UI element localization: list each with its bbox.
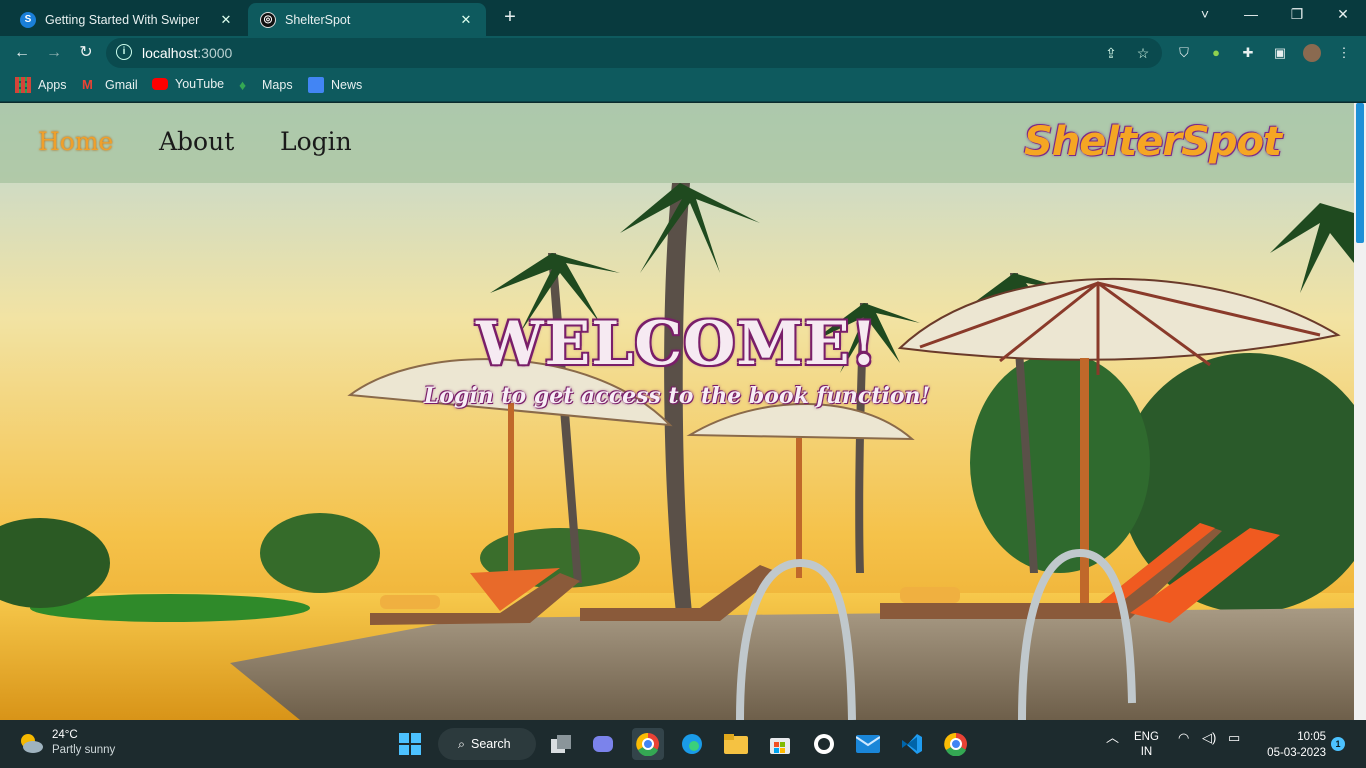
new-tab-button[interactable]: +: [498, 6, 522, 30]
language-region: IN: [1140, 746, 1153, 758]
microsoft-store-icon[interactable]: [764, 728, 796, 760]
wifi-icon[interactable]: ◠: [1178, 730, 1189, 745]
profile-avatar-icon[interactable]: [1303, 44, 1321, 62]
windows-taskbar: 24°C Partly sunny ⌕ Search ︿ ENG IN ◠ ◁) …: [0, 720, 1366, 768]
close-tab-icon[interactable]: ✕: [458, 12, 474, 28]
puzzle-extensions-icon[interactable]: ✚: [1239, 44, 1257, 62]
bookmark-youtube[interactable]: YouTube: [152, 77, 224, 91]
search-label: Search: [471, 737, 511, 751]
bookmark-label: Maps: [262, 78, 293, 92]
bookmark-label: News: [331, 78, 363, 92]
maps-pin-icon: ♦: [239, 77, 247, 93]
weather-widget[interactable]: 24°C Partly sunny: [18, 728, 115, 758]
file-explorer-icon[interactable]: [720, 728, 752, 760]
weather-temp: 24°C: [52, 729, 78, 741]
mail-icon[interactable]: [852, 728, 884, 760]
notification-badge[interactable]: 1: [1331, 737, 1345, 751]
task-view-icon[interactable]: [546, 728, 578, 760]
bookmark-gmail[interactable]: M Gmail: [82, 77, 138, 93]
green-extension-icon[interactable]: ●: [1207, 44, 1225, 62]
close-tab-icon[interactable]: ✕: [218, 12, 234, 28]
search-icon: ⌕: [458, 736, 466, 751]
url-text[interactable]: localhost:3000: [142, 45, 232, 61]
page-viewport: Home About Login ShelterSpot WELCOME! Lo…: [0, 103, 1354, 720]
kebab-menu-icon[interactable]: ⋮: [1335, 44, 1353, 62]
hero-subtitle: Login to get access to the book function…: [423, 383, 931, 409]
windows-start-icon[interactable]: [394, 728, 426, 760]
teams-chat-icon[interactable]: [588, 728, 620, 760]
hero-title: WELCOME!: [476, 309, 878, 379]
shield-extension-icon[interactable]: ⛉: [1175, 44, 1193, 62]
site-navbar: Home About Login ShelterSpot: [0, 103, 1354, 183]
taskbar-search[interactable]: ⌕ Search: [438, 728, 536, 760]
bookmark-news[interactable]: News: [308, 77, 362, 93]
forward-arrow-icon[interactable]: →: [41, 40, 67, 66]
chrome-profile-icon[interactable]: [940, 728, 972, 760]
close-window-button[interactable]: ✕: [1320, 0, 1366, 30]
minimize-button[interactable]: —: [1228, 0, 1274, 30]
clock[interactable]: 10:05 05-03-2023: [1256, 729, 1326, 761]
site-favicon-icon: ◎: [260, 11, 276, 28]
reload-icon[interactable]: ↻: [73, 40, 99, 66]
swiper-favicon-icon: S: [20, 11, 36, 28]
nav-login-link[interactable]: Login: [280, 127, 352, 156]
bookmark-label: Gmail: [105, 78, 138, 92]
tab-search-icon[interactable]: ˅: [1182, 0, 1228, 30]
scrollbar-thumb[interactable]: [1356, 103, 1364, 243]
news-icon: [308, 77, 324, 93]
tab-title: ShelterSpot: [285, 12, 351, 27]
nav-about-link[interactable]: About: [159, 127, 234, 156]
apps-grid-icon: [15, 77, 31, 93]
app-shield-icon[interactable]: [808, 728, 840, 760]
speaker-icon[interactable]: ◁): [1202, 730, 1216, 745]
tab-swiper[interactable]: S Getting Started With Swiper ✕: [8, 3, 246, 36]
url-host: localhost: [142, 45, 198, 61]
site-info-icon[interactable]: i: [116, 44, 132, 60]
show-hidden-icons-chevron-icon[interactable]: ︿: [1106, 730, 1119, 745]
battery-icon[interactable]: ▭: [1228, 730, 1240, 745]
gmail-icon: M: [82, 77, 93, 92]
address-bar[interactable]: i localhost:3000 ⇪ ☆: [106, 38, 1162, 68]
bookmark-star-icon[interactable]: ☆: [1134, 44, 1152, 62]
side-panel-icon[interactable]: ▣: [1271, 44, 1289, 62]
tab-title: Getting Started With Swiper: [45, 12, 200, 27]
url-port: :3000: [197, 45, 233, 61]
partly-sunny-icon: [21, 734, 43, 753]
bookmark-label: Apps: [38, 78, 67, 92]
bookmark-maps[interactable]: ♦ Maps: [239, 77, 293, 93]
youtube-icon: [152, 78, 168, 90]
restore-button[interactable]: ❐: [1274, 0, 1320, 30]
hero-resort-image: [0, 103, 1354, 720]
language-code: ENG: [1134, 731, 1159, 743]
page-scrollbar[interactable]: [1354, 103, 1366, 720]
back-arrow-icon[interactable]: ←: [9, 40, 35, 66]
share-icon[interactable]: ⇪: [1102, 44, 1120, 62]
edge-icon[interactable]: [676, 728, 708, 760]
clock-date: 05-03-2023: [1267, 747, 1326, 759]
browser-toolbar: ← → ↻ i localhost:3000 ⇪ ☆: [0, 36, 1366, 70]
language-indicator[interactable]: ENG IN: [1134, 730, 1159, 760]
tab-shelterspot[interactable]: ◎ ShelterSpot ✕: [248, 3, 486, 36]
chrome-taskbar-icon[interactable]: [632, 728, 664, 760]
bookmark-apps[interactable]: Apps: [15, 77, 67, 93]
weather-desc: Partly sunny: [52, 744, 116, 756]
bookmarks-bar: Apps M Gmail YouTube ♦ Maps News: [0, 70, 1366, 102]
brand-logo[interactable]: ShelterSpot: [1024, 119, 1282, 165]
clock-time: 10:05: [1297, 731, 1326, 743]
bookmark-label: YouTube: [175, 77, 225, 91]
nav-home-link[interactable]: Home: [38, 127, 113, 156]
tab-strip: S Getting Started With Swiper ✕ ◎ Shelte…: [0, 0, 1366, 36]
vscode-icon[interactable]: [896, 728, 928, 760]
